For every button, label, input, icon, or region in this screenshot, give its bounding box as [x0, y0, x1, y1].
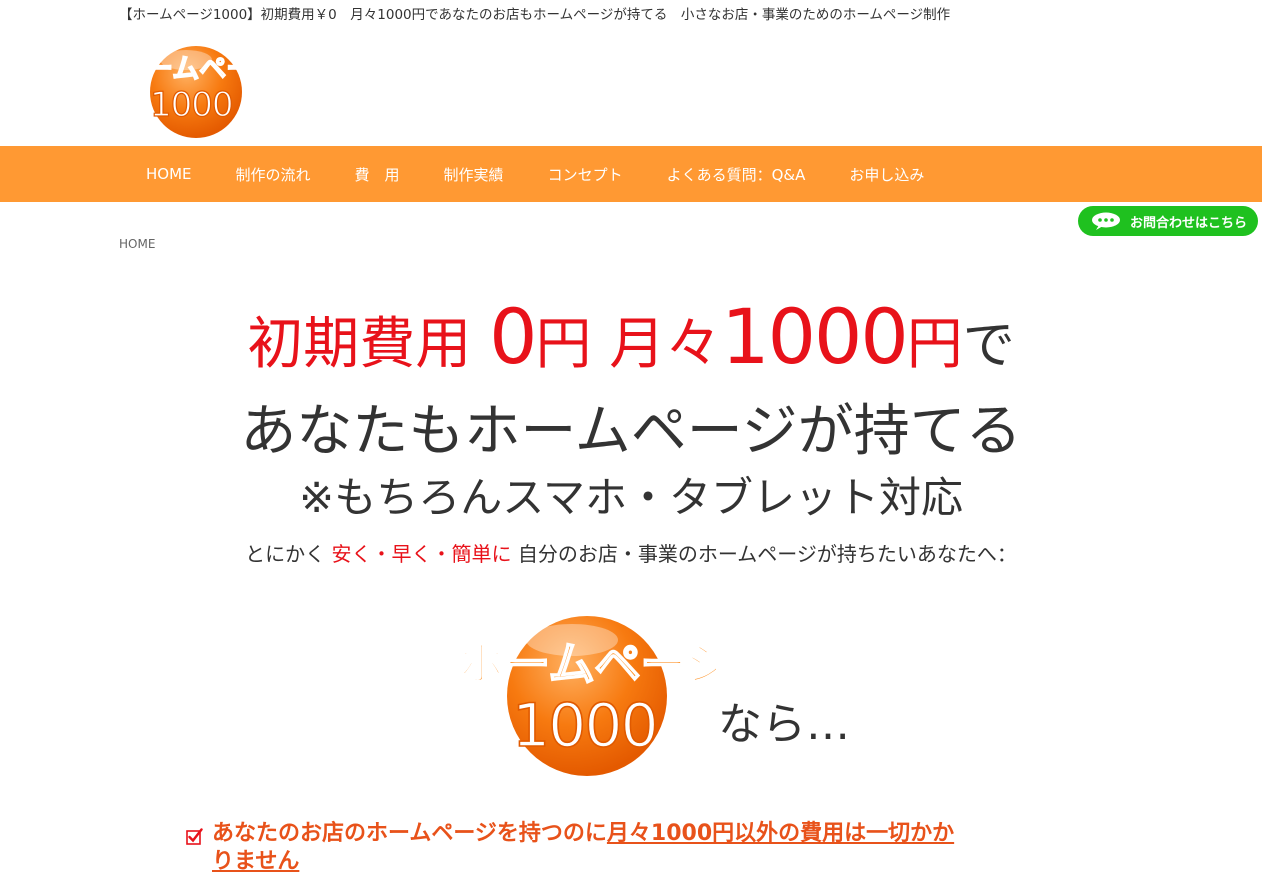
svg-text:1000: 1000: [512, 691, 657, 761]
hero-lead: とにかく 安く・早く・簡単に 自分のお店・事業のホームページが持ちたいあなたへ：: [0, 538, 1262, 567]
hero-de: で: [962, 316, 1015, 376]
feature-text-line2: りません: [212, 849, 300, 874]
hero-logo: ホームページ 1000: [454, 610, 733, 778]
contact-button[interactable]: お問合わせはこちら: [1078, 206, 1258, 236]
hero-subheadline: あなたもホームページが持てる: [240, 399, 1022, 464]
feature-text-underlined: 月々1000円以外の費用は一切かか: [606, 821, 955, 846]
checkbox-checked-icon: [186, 828, 203, 845]
svg-text:ホームページ: ホームページ: [458, 637, 716, 691]
hero-nara: なら…: [718, 699, 850, 750]
hero-yen-2: 円: [906, 312, 963, 377]
hero-yen-1: 円: [535, 312, 610, 377]
nav-item-flow[interactable]: 制作の流れ: [214, 164, 333, 185]
hero-zero: 0: [489, 292, 537, 381]
breadcrumb-home[interactable]: HOME: [119, 237, 155, 251]
hero-lead-highlight: 安く・早く・簡単に: [331, 542, 512, 566]
hero-headline: 初期費用 0円 月々1000円で: [0, 292, 1262, 381]
nav-item-works[interactable]: 制作実績: [422, 164, 526, 185]
hero-amount: 1000: [721, 292, 908, 381]
hero-lead-pre: とにかく: [245, 542, 332, 566]
svg-text:ホームページ: ホームページ: [119, 54, 272, 85]
feature-text: あなたのお店のホームページを持つのに月々1000円以外の費用は一切かかりません: [212, 820, 1046, 876]
nav-item-cost[interactable]: 費 用: [333, 164, 422, 185]
nav-item-faq[interactable]: よくある質問：Q&A: [645, 164, 828, 185]
nav-item-concept[interactable]: コンセプト: [526, 164, 645, 185]
chat-bubble-icon: [1092, 212, 1120, 230]
feature-text-pre: あなたのお店のホームページを持つのに: [212, 821, 607, 846]
svg-text:1000: 1000: [150, 85, 233, 125]
site-tagline: 【ホームページ1000】初期費用￥0 月々1000円であなたのお店もホームページ…: [119, 7, 951, 23]
hero-lead-post: 自分のお店・事業のホームページが持ちたいあなたへ：: [511, 542, 1017, 566]
site-logo[interactable]: ホームページ 1000: [116, 38, 280, 138]
nav-item-home[interactable]: HOME: [124, 165, 214, 183]
hero-initial-cost: 初期費用: [247, 312, 490, 377]
feature-item: あなたのお店のホームページを持つのに月々1000円以外の費用は一切かかりません: [186, 820, 1046, 876]
nav-item-apply[interactable]: お申し込み: [827, 164, 946, 185]
main-nav: HOME 制作の流れ 費 用 制作実績 コンセプト よくある質問：Q&A お申し…: [0, 146, 1262, 202]
hero-mobile-note: ※もちろんスマホ・タブレット対応: [299, 473, 963, 522]
contact-button-label: お問合わせはこちら: [1130, 215, 1248, 231]
hero-monthly: 月々: [609, 312, 722, 377]
